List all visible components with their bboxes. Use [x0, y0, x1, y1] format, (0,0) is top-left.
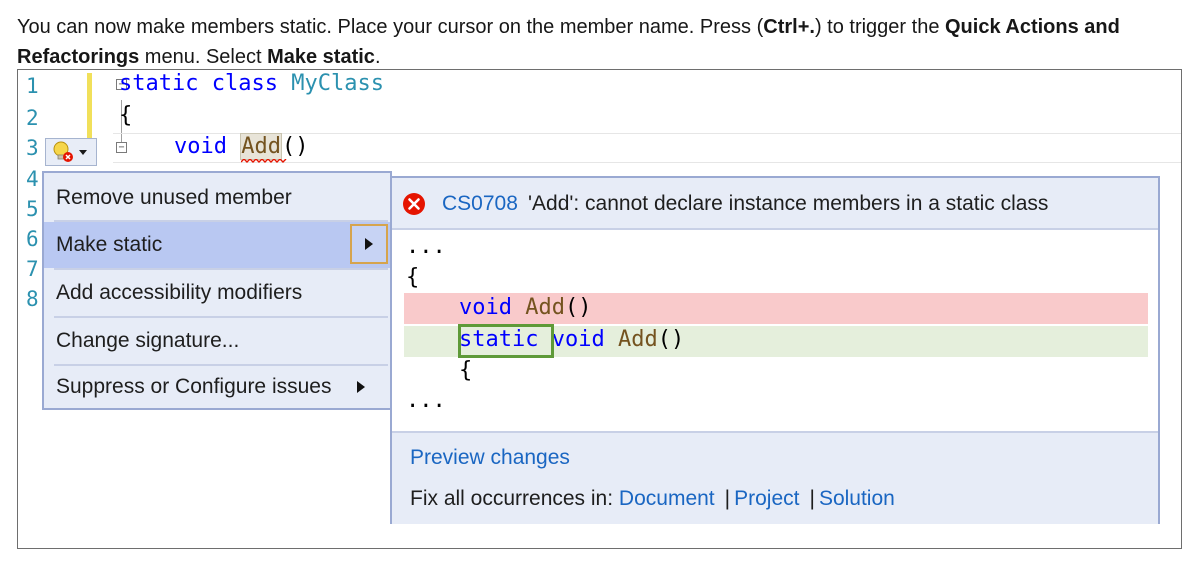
intro-text: menu. Select	[139, 46, 268, 68]
line-number: 2	[26, 106, 39, 130]
intro-text: ) to trigger the	[814, 16, 945, 38]
menu-item-label: Change signature...	[56, 329, 240, 352]
submenu-arrow-icon	[357, 381, 365, 393]
preview-header: CS0708 'Add': cannot declare instance me…	[392, 178, 1158, 230]
quick-actions-menu: Remove unused member Make static Add acc…	[42, 171, 392, 410]
scope-separator: |	[724, 487, 731, 510]
code-editor[interactable]: 1 2 3 4 5 6 7 8 − − static class MyClass…	[17, 69, 1182, 549]
keyword-token: class	[211, 71, 278, 96]
keyword-token: void	[174, 134, 227, 159]
parens-token: ()	[281, 134, 309, 159]
method-name-text: Add	[617, 327, 658, 352]
line-number: 1	[26, 74, 39, 98]
intro-text: You can now make members static. Place y…	[17, 16, 764, 38]
menu-item-label: Suppress or Configure issues	[56, 375, 332, 398]
intro-text: .	[374, 46, 381, 68]
menu-item-label: Add accessibility modifiers	[56, 281, 303, 304]
diff-ellipsis-bottom: ...	[406, 388, 446, 413]
error-message: 'Add': cannot declare instance members i…	[528, 192, 1049, 215]
diff-brace-open: {	[406, 265, 420, 290]
scope-project-link[interactable]: Project	[734, 487, 799, 510]
code-line-1[interactable]: static class MyClass	[119, 70, 384, 98]
lightbulb-error-icon	[53, 141, 73, 162]
keyword-token: void	[551, 327, 605, 352]
menu-item-label: Remove unused member	[56, 186, 292, 209]
diff-removed-code: void Add()	[459, 293, 591, 323]
menu-item-remove-unused-member[interactable]: Remove unused member	[44, 175, 390, 221]
diff-brace-next: {	[459, 358, 473, 383]
parens-token: ()	[564, 295, 592, 320]
submenu-expand-button[interactable]	[350, 224, 388, 264]
fix-all-occurrences: Fix all occurrences in: Document | Project…	[410, 484, 895, 514]
menu-item-suppress-or-configure-issues[interactable]: Suppress or Configure issues	[44, 364, 390, 410]
method-name-text: Add	[241, 134, 281, 159]
menu-item-make-static[interactable]: Make static	[44, 222, 390, 268]
method-name-text: Add	[525, 295, 565, 320]
code-line-3[interactable]: void Add()	[174, 133, 309, 163]
error-circle-icon	[403, 193, 425, 215]
keyword-token: void	[459, 295, 512, 320]
menu-item-add-accessibility-modifiers[interactable]: Add accessibility modifiers	[44, 270, 390, 316]
action-name-text: Make static	[267, 46, 375, 68]
shortcut-text: Ctrl+.	[763, 16, 815, 38]
preview-changes-link[interactable]: Preview changes	[410, 443, 570, 473]
quick-actions-lightbulb[interactable]	[45, 138, 97, 166]
diff-ellipsis-top: ...	[406, 234, 446, 259]
submenu-arrow-icon	[365, 238, 373, 250]
chevron-down-icon	[79, 149, 87, 155]
menu-item-label: Make static	[56, 233, 163, 256]
member-name-add[interactable]: Add	[240, 133, 287, 163]
error-code-link[interactable]: CS0708	[442, 178, 518, 230]
preview-panel: CS0708 'Add': cannot declare instance me…	[390, 176, 1160, 524]
scope-document-link[interactable]: Document	[619, 487, 715, 510]
intro-paragraph: You can now make members static. Place y…	[17, 12, 1177, 72]
inserted-token-highlight	[458, 324, 554, 358]
type-name-token: MyClass	[291, 71, 384, 96]
keyword-token: static	[119, 71, 199, 96]
code-line-2[interactable]: {	[119, 102, 132, 130]
preview-footer: Preview changes Fix all occurrences in: …	[392, 431, 1158, 524]
fix-all-label: Fix all occurrences in:	[410, 487, 614, 510]
menu-item-change-signature[interactable]: Change signature...	[44, 318, 390, 364]
scope-separator: |	[809, 487, 815, 510]
parens-token: ()	[657, 327, 685, 352]
error-squiggle	[241, 159, 287, 163]
scope-solution-link[interactable]: Solution	[819, 487, 895, 510]
